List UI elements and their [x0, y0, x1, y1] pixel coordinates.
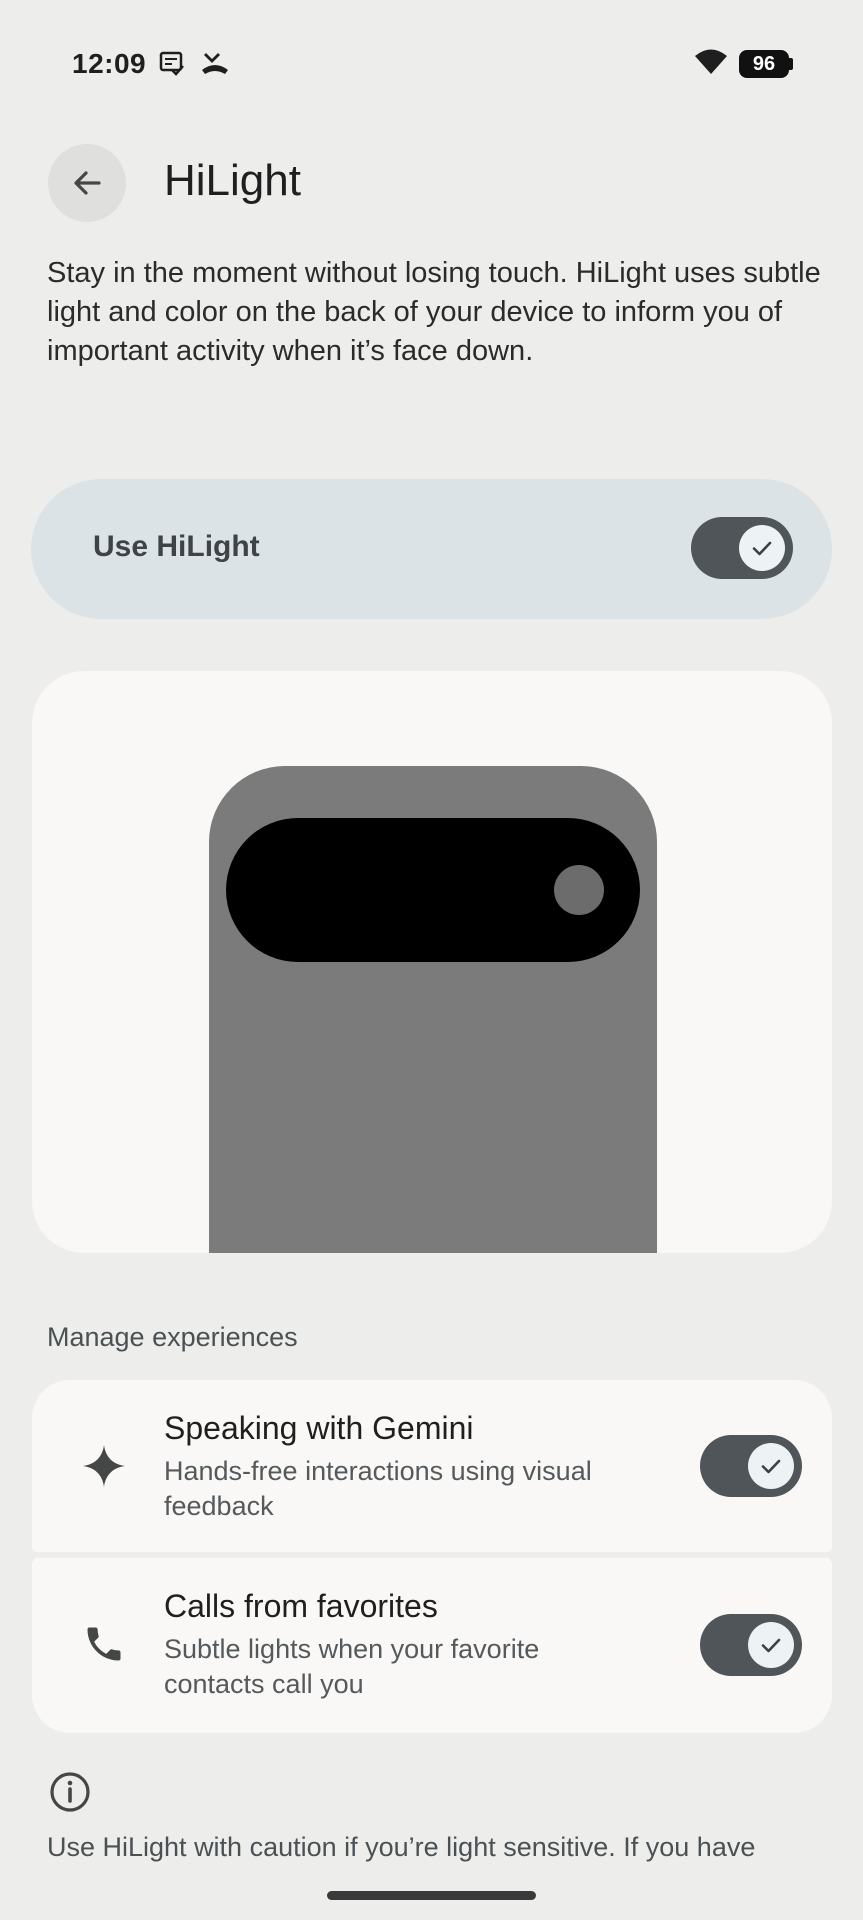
- info-icon: [48, 1770, 92, 1814]
- sparkle-icon: [76, 1438, 132, 1494]
- phone-back-illustration: [209, 766, 657, 1253]
- use-hilight-toggle-row[interactable]: Use HiLight: [31, 479, 832, 619]
- wifi-icon: [694, 48, 728, 81]
- notes-icon: [158, 50, 184, 81]
- calls-switch[interactable]: [700, 1614, 802, 1676]
- switch-thumb: [748, 1443, 794, 1489]
- manage-experiences-header: Manage experiences: [47, 1322, 298, 1352]
- check-icon: [761, 1459, 781, 1474]
- page-title: HiLight: [164, 156, 301, 205]
- hilight-preview-card: [32, 671, 832, 1253]
- status-bar: 12:09 96: [0, 0, 863, 110]
- experience-title: Calls from favorites: [164, 1588, 438, 1624]
- experience-title: Speaking with Gemini: [164, 1410, 474, 1446]
- experience-row-gemini[interactable]: Speaking with Gemini Hands-free interact…: [32, 1380, 832, 1552]
- check-icon: [761, 1638, 781, 1653]
- switch-thumb: [748, 1622, 794, 1668]
- battery-tip: [789, 58, 793, 70]
- check-icon: [752, 541, 772, 556]
- missed-call-icon: [200, 50, 230, 81]
- camera-lens: [554, 865, 604, 915]
- camera-bar: [226, 818, 640, 962]
- use-hilight-label: Use HiLight: [93, 530, 260, 563]
- battery-icon: 96: [739, 50, 789, 78]
- gemini-switch[interactable]: [700, 1435, 802, 1497]
- use-hilight-switch[interactable]: [691, 517, 793, 579]
- switch-thumb: [739, 525, 785, 571]
- back-button[interactable]: [48, 144, 126, 222]
- experience-subtitle: Subtle lights when your favorite contact…: [164, 1634, 540, 1699]
- phone-icon: [76, 1616, 132, 1672]
- gesture-nav-handle[interactable]: [327, 1891, 536, 1900]
- arrow-back-icon: [74, 171, 101, 195]
- page-description: Stay in the moment without losing touch.…: [47, 257, 821, 367]
- status-time: 12:09: [72, 48, 147, 79]
- experience-subtitle: Hands-free interactions using visual fee…: [164, 1456, 592, 1521]
- experience-row-calls[interactable]: Calls from favorites Subtle lights when …: [32, 1558, 832, 1733]
- caution-text: Use HiLight with caution if you’re light…: [47, 1832, 756, 1862]
